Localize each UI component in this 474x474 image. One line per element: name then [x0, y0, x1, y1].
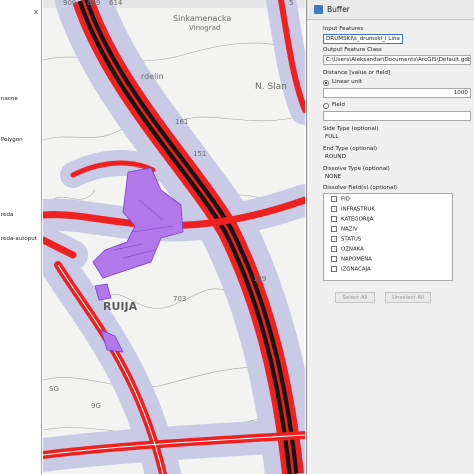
field-checkbox-row[interactable]: NAPOMENA [331, 256, 372, 264]
elevation-label: 139 [253, 275, 267, 283]
end-type-select[interactable]: ROUND [323, 153, 471, 163]
toc-layer-label[interactable]: reda [1, 212, 13, 218]
buffer-zones [43, 0, 305, 474]
linear-unit-label: Linear unit [332, 79, 363, 85]
tool-icon [314, 5, 323, 14]
grid-tick-label: 614 [109, 0, 123, 7]
linear-unit-radio[interactable] [323, 80, 329, 86]
side-type-label: Side Type (optional) [323, 126, 379, 132]
dialog-title: Buffer [327, 5, 350, 14]
unselect-all-button[interactable]: Unselect All [385, 292, 431, 303]
field-name: FID [341, 196, 350, 203]
linear-unit-value[interactable]: 1000 [323, 88, 471, 98]
place-label: N. Slan [255, 82, 287, 92]
checkbox[interactable] [331, 256, 337, 262]
grid-tick-label: 5 [289, 0, 294, 7]
field-name: OZNAKA [341, 246, 364, 253]
field-checkbox-row[interactable]: INFRASTRUK [331, 206, 375, 214]
place-label: Vinograd [189, 24, 221, 32]
checkbox[interactable] [331, 196, 337, 202]
end-type-label: End Type (optional) [323, 146, 378, 152]
close-icon[interactable]: x [34, 8, 38, 16]
field-name: IZGNACAJA [341, 266, 371, 273]
toc-layer-label[interactable]: Polygon [1, 137, 23, 143]
dissolve-type-label: Dissolve Type (optional) [323, 166, 390, 172]
field-select[interactable] [323, 111, 471, 121]
field-checkbox-row[interactable]: IZGNACAJA [331, 266, 371, 274]
checkbox[interactable] [331, 266, 337, 272]
grid-tick-label: 909 [63, 0, 77, 7]
elevation-label: 703 [173, 295, 187, 303]
select-all-button[interactable]: Select All [335, 292, 375, 303]
place-label: rdelin [141, 72, 164, 81]
checkbox[interactable] [331, 246, 337, 252]
input-features-label: Input Features [323, 26, 364, 32]
field-label: Field [332, 102, 345, 108]
dissolve-fields-label: Dissolve Field(s) (optional) [323, 185, 398, 191]
field-radio[interactable] [323, 103, 329, 109]
toc-layer-label[interactable]: nacne [1, 96, 18, 102]
map-label: SG [49, 385, 59, 393]
elevation-label: 161 [175, 118, 189, 126]
field-name: KATEGORIJA [341, 216, 374, 223]
field-name: NAPOMENA [341, 256, 372, 263]
checkbox[interactable] [331, 216, 337, 222]
buffer-dialog: Buffer Input Features DRUMSKI\s_drumski_… [306, 0, 474, 474]
field-checkbox-row[interactable]: OZNAKA [331, 246, 364, 254]
input-features-field[interactable]: DRUMSKI\s_drumski_l Line [323, 34, 403, 44]
field-checkbox-row[interactable]: KATEGORIJA [331, 216, 373, 224]
side-type-select[interactable]: FULL [323, 133, 471, 143]
place-label: RUIJA [103, 300, 138, 313]
field-checkbox-row[interactable]: NAZIV [331, 226, 358, 234]
elevation-label: 151 [193, 150, 207, 158]
checkbox[interactable] [331, 226, 337, 232]
checkbox[interactable] [331, 236, 337, 242]
field-name: STATUS [341, 236, 362, 243]
app-window: x nacne Polygon reda reda-autoput 909 60… [0, 0, 474, 474]
toc-layer-label[interactable]: reda-autoput [1, 236, 37, 242]
field-checkbox-row[interactable]: STATUS [331, 236, 361, 244]
grid-tick-label: 609 [87, 0, 101, 7]
map-label: 9G [91, 402, 101, 410]
table-of-contents-panel: x nacne Polygon reda reda-autoput [0, 0, 42, 474]
checkbox[interactable] [331, 206, 337, 212]
dialog-titlebar[interactable]: Buffer [307, 0, 474, 20]
place-label: Sinkamenacka [173, 14, 232, 23]
field-name: NAZIV [341, 226, 358, 233]
dissolve-type-select[interactable]: NONE [323, 173, 471, 183]
field-checkbox-row[interactable]: FID [331, 196, 350, 204]
field-name: INFRASTRUK [341, 206, 375, 213]
map-canvas[interactable]: 909 609 614 5 Sinkamenacka Vinograd rdel… [43, 0, 305, 474]
map-graphics [43, 0, 305, 474]
distance-label: Distance [value or field] [323, 70, 391, 76]
output-feature-class-label: Output Feature Class [323, 47, 382, 53]
output-feature-class-field[interactable]: C:\Users\Aleksandar\Documents\ArcGIS\Def… [323, 55, 471, 65]
